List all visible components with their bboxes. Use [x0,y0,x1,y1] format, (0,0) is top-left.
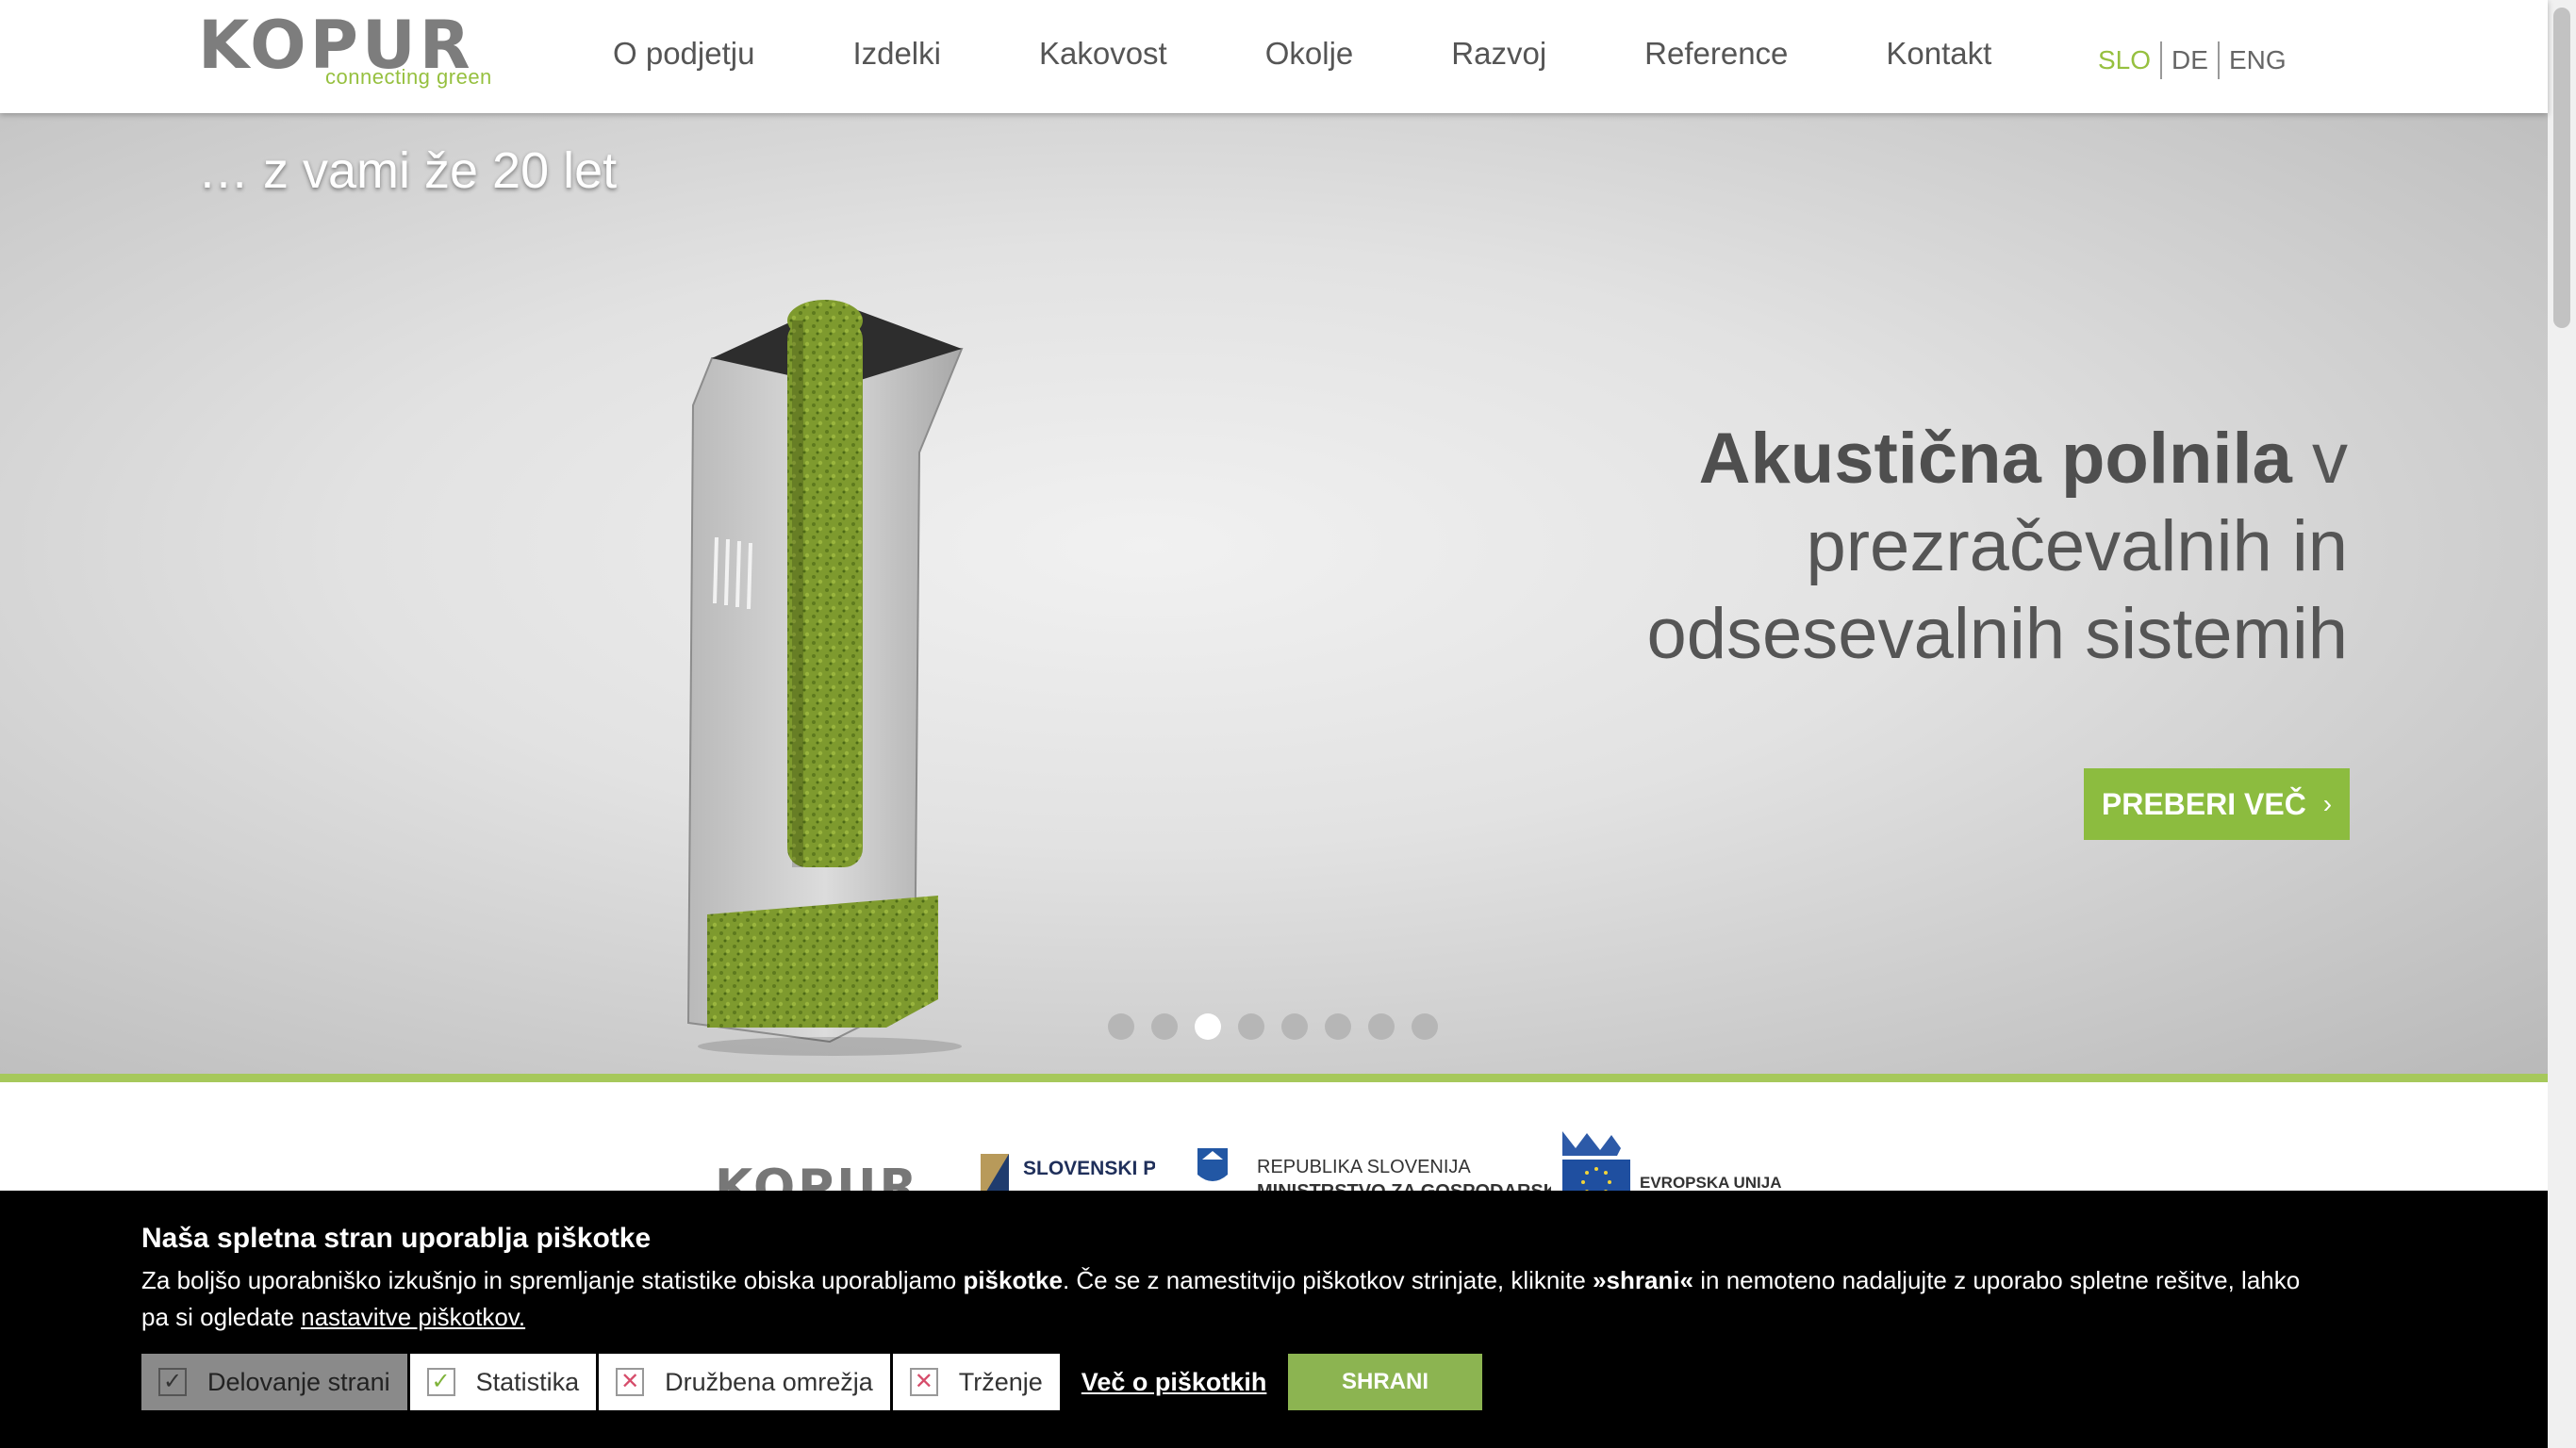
read-more-button[interactable]: PREBERI VEČ › [2084,768,2350,840]
nav-item-kakovost[interactable]: Kakovost [1039,36,1167,72]
language-switcher: SLO DE ENG [2098,41,2296,79]
cross-icon: ✕ [616,1368,645,1396]
logo-tagline: connecting green [325,65,492,89]
slider-dot[interactable] [1281,1013,1308,1040]
partner-republika-slovenija-logo: REPUBLIKA SLOVENIJA MINISTRSTVO ZA GOSPO… [1197,1148,1551,1191]
cookie-save-button[interactable]: SHRANI [1288,1354,1482,1410]
cookie-text-part: . Če se z namestitvijo piškotkov strinja… [1062,1266,1593,1294]
slider-dot[interactable] [1238,1013,1264,1040]
partner-logos: KOPUR SLOVENSKI PODJETNIŠKI REPUBLIKA SL… [0,1082,2548,1191]
cookie-settings-link[interactable]: nastavitve piškotkov. [301,1303,525,1331]
cookie-banner: Naša spletna stran uporablja piškotke Za… [0,1191,2548,1448]
lang-eng[interactable]: ENG [2220,45,2296,75]
slider-dot[interactable] [1151,1013,1178,1040]
slider-dot[interactable] [1108,1013,1134,1040]
partner-eu-logo: EVROPSKA UNIJA [1562,1131,1782,1191]
cross-icon: ✕ [909,1368,938,1396]
cookie-options: ✓ Delovanje strani ✓ Statistika ✕ Družbe… [141,1354,1482,1410]
nav-item-izdelki[interactable]: Izdelki [852,36,941,72]
partner-sps-text: SLOVENSKI PODJETNIŠKI [1023,1157,1155,1179]
main-nav: O podjetju Izdelki Kakovost Okolje Razvo… [613,36,2089,72]
nav-item-kontakt[interactable]: Kontakt [1886,36,1991,72]
slider-dot[interactable] [1412,1013,1438,1040]
cookie-option-statistika[interactable]: ✓ Statistika [409,1354,597,1410]
slider-dot-active[interactable] [1195,1013,1221,1040]
partner-rs-line2: MINISTRSTVO ZA GOSPODARSKI [1257,1181,1551,1191]
cookie-text-bold: »shrani« [1593,1266,1694,1294]
cookie-option-label: Delovanje strani [207,1367,390,1396]
cookie-option-delovanje-strani: ✓ Delovanje strani [141,1354,407,1410]
hero-title-line2: prezračevalnih in [1806,506,2348,586]
kopur-logo[interactable]: KOPUR connecting green [198,8,509,94]
partner-kopur-logo: KOPUR [715,1160,920,1191]
page-scrollbar[interactable] [2548,0,2576,1448]
slider-dot[interactable] [1368,1013,1395,1040]
cookie-option-druzbena-omrezja[interactable]: ✕ Družbena omrežja [599,1354,890,1410]
checkmark-icon: ✓ [158,1368,187,1396]
read-more-label: PREBERI VEČ [2101,786,2306,821]
nav-item-okolje[interactable]: Okolje [1265,36,1354,72]
hero-slider: … z vami že 20 let Akustična polnila v p… [0,113,2548,1075]
green-divider [0,1074,2548,1082]
nav-item-o-podjetju[interactable]: O podjetju [613,36,754,72]
cookie-text-bold: piškotke [963,1266,1063,1294]
chevron-right-icon: › [2322,789,2333,818]
partner-sps-logo: SLOVENSKI PODJETNIŠKI [981,1154,1155,1191]
nav-item-razvoj[interactable]: Razvoj [1451,36,1546,72]
cookie-text-part: Za boljšo uporabniško izkušnjo in spreml… [141,1266,964,1294]
cookie-option-label: Družbena omrežja [665,1367,873,1396]
hero-title: Akustična polnila v prezračevalnih in od… [1499,415,2349,678]
hero-tagline: … z vami že 20 let [198,142,618,199]
scrollbar-thumb[interactable] [2553,8,2570,328]
cookie-option-label: Statistika [475,1367,580,1396]
cookie-title: Naša spletna stran uporablja piškotke [141,1223,652,1254]
cookie-more-link[interactable]: Več o piškotkih [1082,1368,1267,1397]
checkmark-icon: ✓ [426,1368,455,1396]
partner-eu-text: EVROPSKA UNIJA [1640,1174,1782,1191]
lang-de[interactable]: DE [2162,45,2218,75]
hero-title-line3: odsesevalnih sistemih [1646,594,2349,674]
slider-dot[interactable] [1325,1013,1351,1040]
acoustic-filler-illustration [686,300,964,1056]
lang-slo[interactable]: SLO [2098,45,2160,75]
partner-rs-line1: REPUBLIKA SLOVENIJA [1257,1157,1471,1177]
cookie-option-label: Trženje [958,1367,1043,1396]
cookie-text: Za boljšo uporabniško izkušnjo in spreml… [141,1262,2329,1336]
cookie-option-trzenje[interactable]: ✕ Trženje [892,1354,1060,1410]
hero-title-bold: Akustična polnila [1698,419,2292,499]
hero-title-line1: v [2312,419,2348,499]
site-header: KOPUR connecting green O podjetju Izdelk… [0,0,2548,113]
slider-pagination [1108,1013,1455,1040]
nav-item-reference[interactable]: Reference [1644,36,1788,72]
